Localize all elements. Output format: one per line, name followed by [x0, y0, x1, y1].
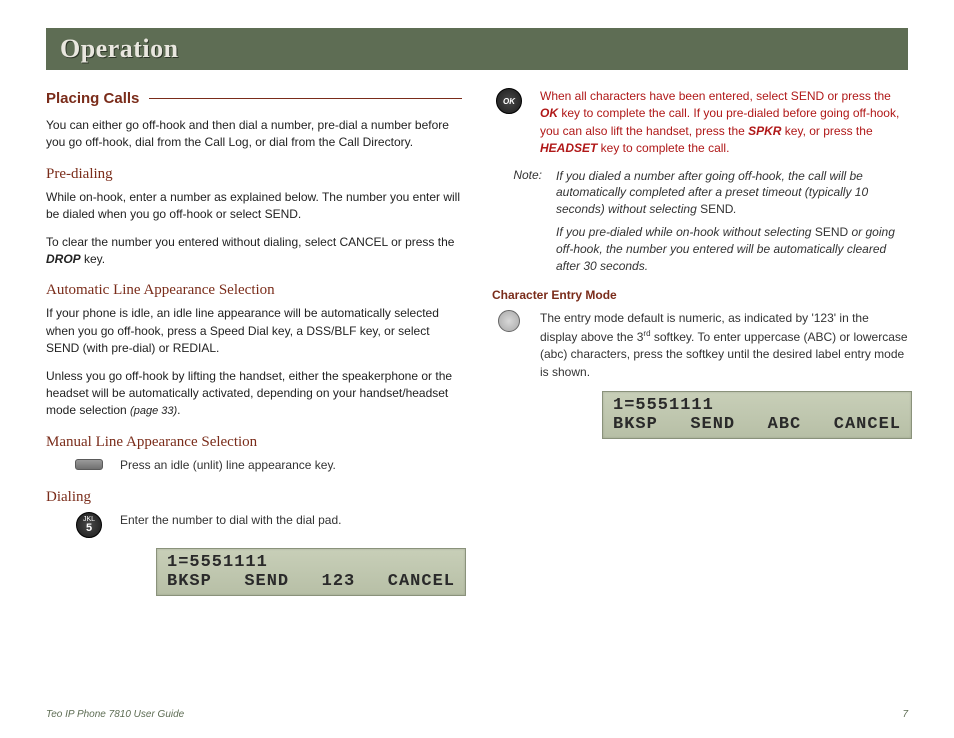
footer-page-number: 7: [902, 709, 908, 720]
manual-line-text: Press an idle (unlit) line appearance ke…: [120, 457, 462, 474]
predial-p2: To clear the number you entered without …: [46, 234, 462, 269]
note-1: If you dialed a number after going off-h…: [556, 168, 908, 218]
headset-key-name: HEADSET: [540, 141, 597, 155]
lcd1-softkey-bksp: BKSP: [167, 572, 212, 591]
lcd2-softkey-send: SEND: [690, 415, 735, 434]
lcd1-softkey-cancel: CANCEL: [388, 572, 455, 591]
ok-key-icon: OK: [496, 88, 522, 114]
page-ref: (page 33): [130, 405, 177, 417]
subhead-auto-line: Automatic Line Appearance Selection: [46, 282, 462, 299]
lcd2-softkey-abc: ABC: [768, 415, 802, 434]
intro-paragraph: You can either go off-hook and then dial…: [46, 117, 462, 152]
lcd2-softkey-cancel: CANCEL: [834, 415, 901, 434]
section-title-placing-calls: Placing Calls: [46, 90, 462, 107]
line-key-icon: [75, 459, 103, 470]
lcd1-softkey-send: SEND: [244, 572, 289, 591]
char-entry-text: The entry mode default is numeric, as in…: [540, 310, 908, 381]
dialpad-key-icon: JKL 5: [76, 512, 102, 538]
note-block: Note: If you dialed a number after going…: [492, 168, 908, 218]
lcd1-softkey-123: 123: [322, 572, 356, 591]
predial-p1: While on-hook, enter a number as explain…: [46, 189, 462, 224]
right-column: OK When all characters have been entered…: [492, 82, 908, 602]
page-footer: Teo IP Phone 7810 User Guide 7: [46, 709, 908, 720]
lcd-display-1: 1=5551111 BKSP SEND 123 CANCEL: [156, 548, 466, 596]
ok-key-name: OK: [540, 106, 558, 120]
page-banner: Operation: [46, 28, 908, 70]
section-title-text: Placing Calls: [46, 90, 139, 107]
section-rule: [149, 98, 462, 99]
note-2: If you pre-dialed while on-hook without …: [556, 224, 908, 274]
subhead-char-entry: Character Entry Mode: [492, 288, 908, 302]
subhead-predialing: Pre-dialing: [46, 166, 462, 183]
lcd-display-2: 1=5551111 BKSP SEND ABC CANCEL: [602, 391, 912, 439]
lcd2-line1: 1=5551111: [613, 396, 901, 415]
dialing-text: Enter the number to dial with the dial p…: [120, 512, 462, 529]
lcd1-line1: 1=5551111: [167, 553, 455, 572]
auto-p1: If your phone is idle, an idle line appe…: [46, 305, 462, 357]
subhead-manual-line: Manual Line Appearance Selection: [46, 434, 462, 451]
note-label: Note:: [492, 168, 542, 218]
left-column: Placing Calls You can either go off-hook…: [46, 82, 462, 602]
softkey-icon: [498, 310, 520, 332]
spkr-key-name: SPKR: [748, 124, 781, 138]
subhead-dialing: Dialing: [46, 489, 462, 506]
lcd2-softkey-bksp: BKSP: [613, 415, 658, 434]
banner-title: Operation: [60, 34, 894, 64]
footer-title: Teo IP Phone 7810 User Guide: [46, 709, 184, 720]
send-instruction: When all characters have been entered, s…: [540, 88, 908, 158]
auto-p2: Unless you go off-hook by lifting the ha…: [46, 368, 462, 421]
drop-key-name: DROP: [46, 252, 81, 266]
